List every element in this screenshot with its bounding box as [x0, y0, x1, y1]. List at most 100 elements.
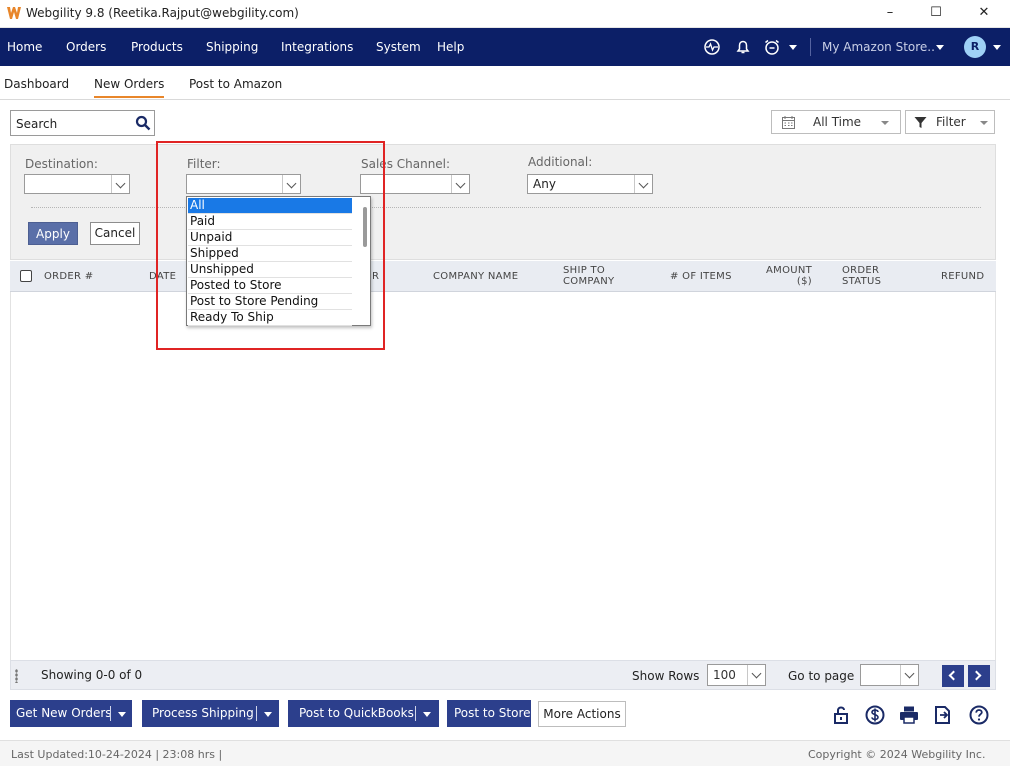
go-to-page-select[interactable]: [860, 664, 919, 686]
close-button[interactable]: ✕: [962, 2, 1006, 24]
post-to-quickbooks-button[interactable]: Post to QuickBooks: [288, 700, 439, 727]
copyright-text: Copyright © 2024 Webgility Inc.: [808, 748, 986, 761]
chevron-down-icon: [115, 178, 126, 189]
filter-option-ready-to-ship[interactable]: Ready To Ship: [188, 310, 352, 326]
search-icon[interactable]: [135, 115, 151, 131]
nav-products[interactable]: Products: [131, 40, 183, 54]
dropdown-toggle[interactable]: [111, 175, 129, 193]
filter-option-posted-to-store[interactable]: Posted to Store: [188, 278, 352, 294]
filter-label: Filter:: [187, 157, 221, 171]
dollar-icon[interactable]: [864, 704, 886, 726]
col-date[interactable]: DATE: [149, 271, 176, 282]
nav-help[interactable]: Help: [437, 40, 464, 54]
get-new-orders-label: Get New Orders: [16, 706, 112, 720]
dropdown-toggle[interactable]: [451, 175, 469, 193]
nav-home[interactable]: Home: [7, 40, 42, 54]
dropdown-toggle[interactable]: [747, 665, 765, 685]
apply-button[interactable]: Apply: [28, 222, 78, 245]
filter-option-unpaid[interactable]: Unpaid: [188, 230, 352, 246]
last-updated-text: Last Updated:10-24-2024 | 23:08 hrs |: [11, 748, 223, 761]
col-amount[interactable]: AMOUNT ($): [766, 265, 812, 287]
col-order-status[interactable]: ORDER STATUS: [842, 265, 881, 287]
sales-channel-select[interactable]: [360, 174, 470, 194]
destination-select[interactable]: [24, 174, 130, 194]
chevron-down-icon[interactable]: [264, 712, 272, 717]
filter-option-post-to-store-pending[interactable]: Post to Store Pending: [188, 294, 352, 310]
tab-new-orders[interactable]: New Orders: [94, 77, 165, 98]
dropdown-scrollbar-thumb[interactable]: [363, 207, 367, 247]
chevron-down-icon[interactable]: [423, 712, 431, 717]
nav-integrations[interactable]: Integrations: [281, 40, 353, 54]
filter-button-label: Filter: [936, 115, 966, 129]
additional-select[interactable]: Any: [527, 174, 653, 194]
additional-label: Additional:: [528, 155, 593, 169]
chevron-down-icon: [286, 178, 297, 189]
next-page-button[interactable]: [968, 665, 990, 687]
alarm-clock-icon[interactable]: [762, 37, 782, 57]
dropdown-toggle[interactable]: [282, 175, 300, 193]
more-actions-button[interactable]: More Actions: [538, 701, 626, 727]
time-range-dropdown[interactable]: All Time: [771, 110, 901, 134]
select-all-checkbox[interactable]: [20, 270, 32, 282]
col-order-number[interactable]: ORDER #: [44, 271, 93, 282]
filter-option-all[interactable]: All: [188, 198, 352, 214]
destination-label: Destination:: [25, 157, 98, 171]
main-navigation: Home Orders Products Shipping Integratio…: [0, 28, 1010, 66]
chevron-down-icon: [455, 178, 466, 189]
filter-option-unshipped[interactable]: Unshipped: [188, 262, 352, 278]
avatar-caret-icon[interactable]: [993, 45, 1001, 50]
col-items[interactable]: # OF ITEMS: [670, 271, 732, 282]
minimize-button[interactable]: –: [868, 2, 912, 24]
pagination-bar: Showing 0-0 of 0 Show Rows 100 Go to pag…: [10, 660, 996, 690]
get-new-orders-button[interactable]: Get New Orders: [10, 700, 132, 727]
printer-icon[interactable]: [898, 704, 920, 726]
filter-dropdown-list[interactable]: All Paid Unpaid Shipped Unshipped Posted…: [186, 196, 371, 326]
store-caret-icon[interactable]: [936, 45, 944, 50]
col-ship-to-line2: COMPANY: [563, 276, 615, 287]
rows-per-page-select[interactable]: 100: [707, 664, 766, 686]
post-to-store-button[interactable]: Post to Store: [447, 700, 531, 727]
col-customer[interactable]: R: [372, 271, 379, 282]
grip-handle-icon[interactable]: [15, 669, 18, 683]
chevron-down-icon: [904, 668, 915, 679]
chevron-down-icon: [881, 121, 889, 125]
filter-option-paid[interactable]: Paid: [188, 214, 352, 230]
activity-icon[interactable]: [702, 37, 722, 57]
cancel-button[interactable]: Cancel: [90, 222, 140, 245]
chevron-down-icon: [751, 668, 762, 679]
col-refund[interactable]: REFUND: [941, 271, 984, 282]
nav-shipping[interactable]: Shipping: [206, 40, 258, 54]
search-input[interactable]: Search: [10, 110, 155, 136]
window-title: Webgility 9.8 (Reetika.Rajput@webgility.…: [26, 6, 299, 20]
dropdown-toggle[interactable]: [634, 175, 652, 193]
maximize-button[interactable]: ☐: [914, 2, 958, 24]
unlock-icon[interactable]: [830, 704, 852, 726]
store-selector[interactable]: My Amazon Store..: [822, 40, 935, 54]
help-icon[interactable]: [968, 704, 990, 726]
window-titlebar: Webgility 9.8 (Reetika.Rajput@webgility.…: [0, 0, 1010, 28]
go-to-page-label: Go to page: [788, 669, 855, 683]
chevron-down-icon[interactable]: [118, 712, 126, 717]
filter-option-shipped[interactable]: Shipped: [188, 246, 352, 262]
status-bar: Last Updated:10-24-2024 | 23:08 hrs | Co…: [0, 740, 1010, 766]
user-avatar[interactable]: R: [964, 36, 986, 58]
nav-orders[interactable]: Orders: [66, 40, 106, 54]
tab-dashboard[interactable]: Dashboard: [4, 77, 69, 91]
alarm-caret-icon[interactable]: [789, 45, 797, 50]
orders-table-header: ORDER # DATE R COMPANY NAME SHIP TO COMP…: [10, 261, 996, 292]
dropdown-toggle[interactable]: [900, 665, 918, 685]
filter-select[interactable]: [186, 174, 301, 194]
process-shipping-button[interactable]: Process Shipping: [142, 700, 279, 727]
filter-panel: Destination: Filter: Sales Channel: Addi…: [10, 144, 996, 260]
export-icon[interactable]: [932, 704, 954, 726]
bell-icon[interactable]: [733, 37, 753, 57]
col-ship-to-company[interactable]: SHIP TO COMPANY: [563, 265, 614, 287]
nav-system[interactable]: System: [376, 40, 421, 54]
split-divider: [110, 706, 111, 721]
prev-page-button[interactable]: [942, 665, 964, 687]
filter-button[interactable]: Filter: [905, 110, 995, 134]
col-ship-to-line1: SHIP TO: [563, 265, 606, 276]
webgility-logo-icon: [7, 7, 21, 19]
tab-post-to-amazon[interactable]: Post to Amazon: [189, 77, 282, 91]
col-company-name[interactable]: COMPANY NAME: [433, 271, 518, 282]
